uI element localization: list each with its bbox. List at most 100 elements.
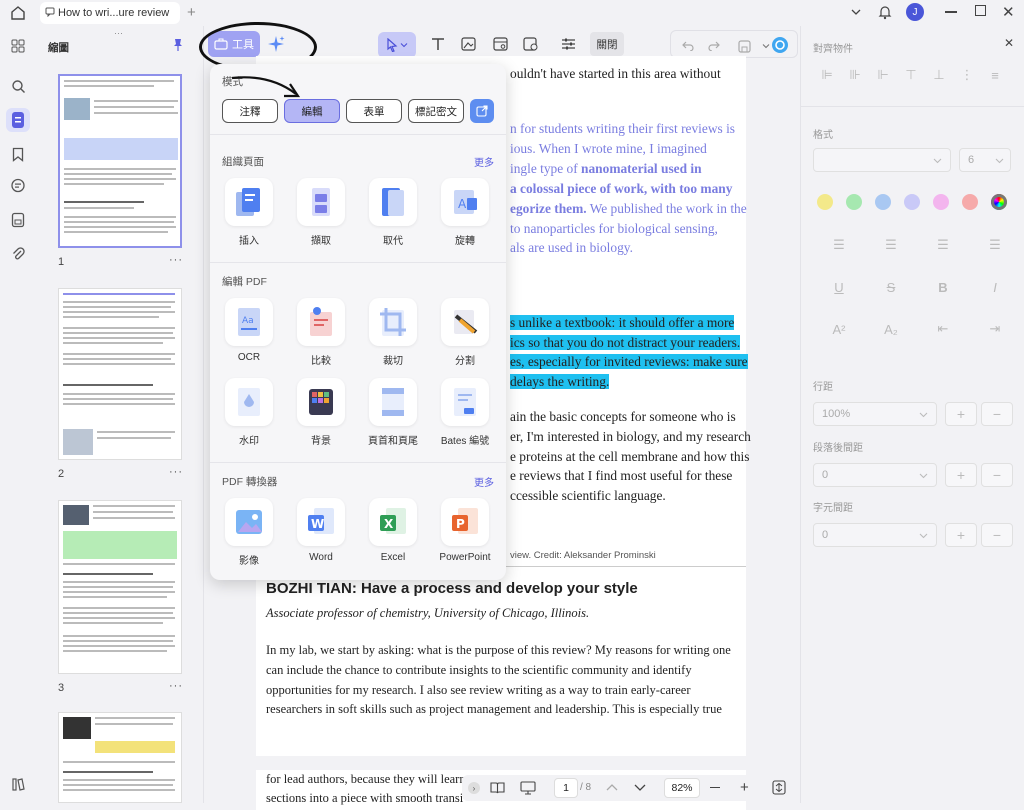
zoom-in-button[interactable]: + xyxy=(740,779,749,796)
outdent-icon[interactable]: ⇤ xyxy=(917,320,969,338)
line-spacing-decrease-button[interactable]: − xyxy=(981,402,1013,426)
fit-page-icon[interactable] xyxy=(772,780,786,795)
watermark-tool[interactable]: 水印 xyxy=(216,378,282,447)
zoom-out-button[interactable] xyxy=(710,787,720,789)
grid-apps-icon[interactable] xyxy=(6,34,30,58)
distribute-horizontal-icon[interactable]: ⋮ xyxy=(953,66,981,84)
zoom-level-select[interactable]: 82% xyxy=(664,778,700,798)
form-field-icon[interactable] xyxy=(518,33,542,55)
extract-tool[interactable]: 擷取 xyxy=(288,178,354,247)
line-spacing-select[interactable]: 100% xyxy=(813,402,937,426)
ocr-tool[interactable]: Aa OCR xyxy=(216,298,282,363)
paragraph-spacing-select[interactable]: 0 xyxy=(813,463,937,487)
bell-icon[interactable] xyxy=(878,4,892,20)
reading-mode-icon[interactable] xyxy=(490,781,505,794)
text-align-center-icon[interactable]: ☰ xyxy=(865,236,917,254)
paragraph-spacing-increase-button[interactable]: + xyxy=(945,463,977,487)
assistant-logo-icon[interactable] xyxy=(768,34,792,56)
page-more-button[interactable]: ··· xyxy=(169,254,183,266)
text-justify-icon[interactable]: ☰ xyxy=(969,236,1021,254)
to-excel-tool[interactable]: X Excel xyxy=(360,498,426,563)
split-tool[interactable]: 分割 xyxy=(432,298,498,367)
drag-handle[interactable]: ··· xyxy=(114,28,123,38)
distribute-vertical-icon[interactable]: ≡ xyxy=(981,66,1009,84)
close-panel-button[interactable]: ✕ xyxy=(1004,36,1014,50)
color-swatch[interactable] xyxy=(875,194,891,210)
converter-more-link[interactable]: 更多 xyxy=(474,474,494,489)
rotate-tool[interactable]: A 旋轉 xyxy=(432,178,498,247)
font-size-select[interactable]: 6 xyxy=(959,148,1011,172)
chevron-down-icon[interactable] xyxy=(850,6,862,18)
underline-icon[interactable]: U xyxy=(813,278,865,296)
header-footer-tool[interactable]: 頁首和頁尾 xyxy=(360,378,426,447)
document-tab[interactable]: How to wri...ure review xyxy=(40,2,180,24)
page-thumbnail-4[interactable] xyxy=(58,712,182,803)
color-swatch[interactable] xyxy=(817,194,833,210)
insert-tool[interactable]: 插入 xyxy=(216,178,282,247)
bates-number-tool[interactable]: Bates 編號 xyxy=(432,378,498,447)
bold-icon[interactable]: B xyxy=(917,278,969,296)
mode-redact-button[interactable]: 標記密文 xyxy=(408,99,464,123)
close-edit-button[interactable]: 關閉 xyxy=(590,32,624,56)
page-number-input[interactable]: 1 xyxy=(554,778,578,798)
superscript-icon[interactable]: A² xyxy=(813,320,865,338)
text-align-right-icon[interactable]: ☰ xyxy=(917,236,969,254)
paperclip-icon[interactable] xyxy=(6,242,30,266)
color-swatch[interactable] xyxy=(962,194,978,210)
attachments-page-icon[interactable] xyxy=(6,208,30,232)
color-swatch[interactable] xyxy=(991,194,1007,210)
mode-form-button[interactable]: 表單 xyxy=(346,99,402,123)
char-spacing-select[interactable]: 0 xyxy=(813,523,937,547)
home-icon[interactable] xyxy=(10,5,26,21)
comment-icon[interactable] xyxy=(6,174,30,198)
italic-icon[interactable]: I xyxy=(969,278,1021,296)
image-tool-icon[interactable] xyxy=(456,33,480,55)
organize-more-link[interactable]: 更多 xyxy=(474,154,494,169)
text-tool-icon[interactable] xyxy=(426,33,450,55)
chevron-up-icon[interactable] xyxy=(606,783,618,792)
present-icon[interactable] xyxy=(520,781,536,795)
close-window-button[interactable]: ✕ xyxy=(1002,3,1015,21)
paragraph-spacing-decrease-button[interactable]: − xyxy=(981,463,1013,487)
align-center-icon[interactable]: ⊪ xyxy=(841,66,869,84)
collapse-toggle-icon[interactable]: › xyxy=(468,782,480,794)
align-left-icon[interactable]: ⊫ xyxy=(813,66,841,84)
page-thumbnail-2[interactable] xyxy=(58,288,182,460)
char-spacing-increase-button[interactable]: + xyxy=(945,523,977,547)
open-external-icon[interactable] xyxy=(470,99,494,123)
line-spacing-increase-button[interactable]: + xyxy=(945,402,977,426)
link-tool-icon[interactable] xyxy=(488,33,512,55)
replace-tool[interactable]: 取代 xyxy=(360,178,426,247)
search-icon[interactable] xyxy=(6,74,30,98)
compare-tool[interactable]: 比較 xyxy=(288,298,354,367)
page-more-button[interactable]: ··· xyxy=(169,680,183,692)
indent-icon[interactable]: ⇥ xyxy=(969,320,1021,338)
to-powerpoint-tool[interactable]: P PowerPoint xyxy=(432,498,498,563)
undo-icon[interactable] xyxy=(676,35,700,57)
color-swatch[interactable] xyxy=(904,194,920,210)
to-image-tool[interactable]: 影像 xyxy=(216,498,282,567)
align-top-icon[interactable]: ⊤ xyxy=(897,66,925,84)
minimize-button[interactable] xyxy=(945,11,957,13)
properties-sliders-icon[interactable] xyxy=(556,33,580,55)
chevron-down-icon[interactable] xyxy=(634,783,646,792)
page-thumbnail-3[interactable] xyxy=(58,500,182,674)
bookmark-icon[interactable] xyxy=(6,142,30,166)
thumbnails-icon[interactable] xyxy=(6,108,30,132)
color-swatch[interactable] xyxy=(933,194,949,210)
align-middle-icon[interactable]: ⊥ xyxy=(925,66,953,84)
pin-icon[interactable] xyxy=(172,38,184,52)
text-align-left-icon[interactable]: ☰ xyxy=(813,236,865,254)
subscript-icon[interactable]: A₂ xyxy=(865,320,917,338)
avatar[interactable]: J xyxy=(906,3,924,21)
strikethrough-icon[interactable]: S xyxy=(865,278,917,296)
redo-icon[interactable] xyxy=(702,35,726,57)
font-family-select[interactable] xyxy=(813,148,951,172)
maximize-button[interactable] xyxy=(975,5,986,16)
crop-tool[interactable]: 裁切 xyxy=(360,298,426,367)
save-icon[interactable] xyxy=(732,35,756,57)
background-tool[interactable]: 背景 xyxy=(288,378,354,447)
align-right-icon[interactable]: ⊩ xyxy=(869,66,897,84)
char-spacing-decrease-button[interactable]: − xyxy=(981,523,1013,547)
color-swatch[interactable] xyxy=(846,194,862,210)
